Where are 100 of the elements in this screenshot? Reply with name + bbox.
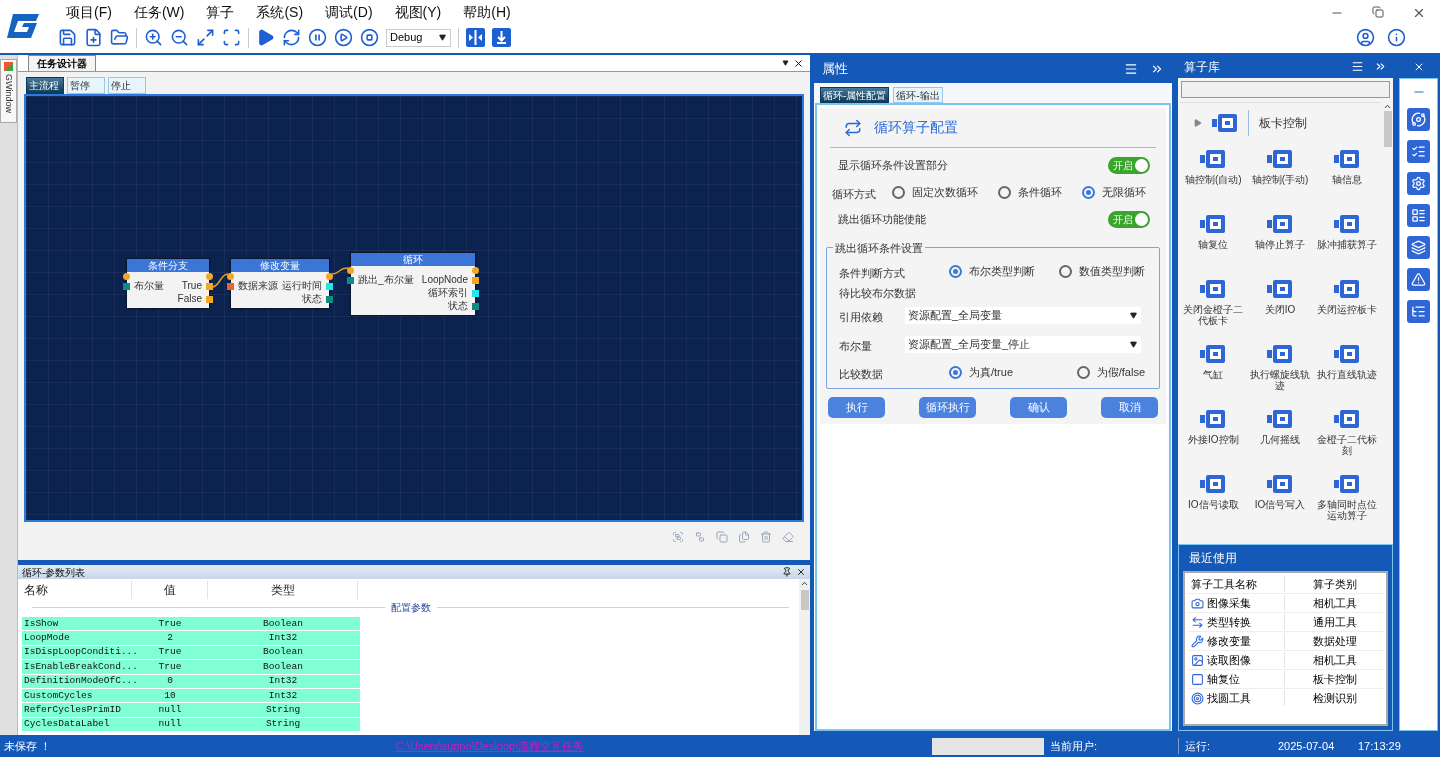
warning-icon[interactable] [1407,268,1430,291]
operator-item[interactable]: 脉冲捕获算子 [1313,207,1380,268]
scroll-up-icon[interactable] [1383,102,1392,111]
radio-option[interactable]: 数值类型判断 [1059,263,1145,280]
port-icon[interactable] [347,266,354,274]
operator-item[interactable]: IO信号写入 [1246,467,1314,528]
flow-tab[interactable]: 暂停 [67,77,105,94]
document-tab[interactable]: 任务设计器 [28,55,96,71]
column-header[interactable]: 类型 [208,581,358,599]
radio-option[interactable]: 无限循环 [1082,184,1146,201]
flow-canvas[interactable]: 条件分支 布尔量 True False 修改变量 数据来源 运行时间 状态 循环 跳出_布尔量 LoopNode 循环索引 状态 [24,94,804,522]
zoom-in-icon[interactable] [144,28,163,47]
restore-icon[interactable] [1372,5,1384,18]
radio-option[interactable]: 为真/true [949,364,1013,381]
radio-icon[interactable] [1082,186,1095,199]
operator-item[interactable]: 轴停止算子 [1246,207,1314,268]
close-icon[interactable] [796,567,806,577]
pause-icon[interactable] [308,28,327,47]
operator-item[interactable]: 执行直线轨迹 [1313,337,1380,398]
step-icon[interactable] [334,28,353,47]
menu-item[interactable]: 任务(W) [133,2,185,23]
orbit-icon[interactable] [1407,108,1430,131]
radio-option[interactable]: 条件循环 [998,184,1062,201]
column-header[interactable]: 值 [132,581,208,599]
radio-icon[interactable] [949,265,962,278]
operator-item[interactable]: 轴控制(自动) [1180,142,1247,203]
flow-node[interactable]: 修改变量 数据来源 运行时间 状态 [230,258,330,309]
collapse-icon[interactable] [1150,62,1164,76]
port-icon[interactable] [472,276,479,284]
port-icon[interactable] [123,272,130,280]
port-icon[interactable] [227,272,234,280]
port-icon[interactable] [206,295,213,303]
user-icon[interactable] [1356,28,1375,47]
menu-item[interactable]: 算子 [206,2,235,23]
user-field[interactable] [932,737,1044,755]
menu-item[interactable]: 帮助(H) [463,2,511,23]
port-icon[interactable] [326,295,333,303]
operator-item[interactable]: 关闭运控板卡 [1313,272,1380,333]
pin-icon[interactable] [782,567,792,577]
refresh-icon[interactable] [282,28,301,47]
port-icon[interactable] [123,282,130,290]
operator-item[interactable]: 关闭IO [1246,272,1314,333]
column-header[interactable]: 算子类别 [1285,575,1384,593]
radio-option[interactable]: 固定次数循环 [892,184,978,201]
expand-icon[interactable] [1193,118,1203,127]
download-icon[interactable] [492,28,511,47]
port-icon[interactable] [227,282,234,290]
dropdown-field[interactable]: 资源配置_全局变量_停止 [905,336,1141,353]
side-tab[interactable]: GWindow [0,59,17,123]
stop-icon[interactable] [360,28,379,47]
list-icon[interactable] [1407,300,1430,323]
zoom-out-icon[interactable] [170,28,189,47]
mode-select[interactable]: Debug [386,28,451,47]
layout-icon[interactable] [1407,204,1430,227]
operator-item[interactable]: 几何摇线 [1246,402,1314,463]
operator-item[interactable]: 气缸 [1180,337,1247,398]
action-button[interactable]: 确认 [1010,397,1067,418]
menu-item[interactable]: 项目(F) [66,2,112,23]
menu-item[interactable]: 系统(S) [256,2,304,23]
file-plus-icon[interactable] [84,28,103,47]
port-icon[interactable] [347,276,354,284]
menu-item[interactable]: 调试(D) [325,2,373,23]
scroll-thumb[interactable] [800,590,809,610]
layers-icon[interactable] [1407,236,1430,259]
close-icon[interactable] [793,57,804,69]
collapse-icon[interactable] [1374,60,1387,73]
expand-icon[interactable] [196,28,215,47]
port-icon[interactable] [472,302,479,310]
play-icon[interactable] [256,28,275,47]
operator-item[interactable]: IO信号读取 [1180,467,1247,528]
property-tab[interactable]: 循环-属性配置 [820,87,890,103]
radio-icon[interactable] [998,186,1011,199]
operator-item[interactable]: 金橙子二代标刻 [1313,402,1380,463]
menu-icon[interactable] [1124,62,1138,76]
split-icon[interactable] [466,28,485,47]
port-icon[interactable] [326,282,333,290]
menu-icon[interactable] [1351,60,1364,73]
radio-icon[interactable] [1076,366,1090,379]
operator-item[interactable]: 轴信息 [1313,142,1380,203]
port-icon[interactable] [326,272,333,280]
flow-node[interactable]: 条件分支 布尔量 True False [126,258,210,309]
column-header[interactable]: 算子工具名称 [1187,575,1285,593]
port-icon[interactable] [206,272,213,280]
scroll-thumb[interactable] [1383,111,1392,147]
operator-item[interactable]: 执行螺旋线轨迹 [1246,337,1314,398]
menu-item[interactable]: 视图(Y) [394,2,442,23]
operator-item[interactable]: 多轴同时点位运动算子 [1313,467,1380,528]
dropdown-field[interactable]: 资源配置_全局变量 [905,307,1141,324]
operator-item[interactable]: 轴控制(手动) [1246,142,1314,203]
radio-option[interactable]: 布尔类型判断 [949,263,1035,280]
info-icon[interactable] [1387,28,1406,47]
radio-icon[interactable] [1059,265,1072,278]
radio-icon[interactable] [949,366,962,379]
checklist-icon[interactable] [1407,140,1430,163]
radio-icon[interactable] [892,186,905,199]
flow-tab[interactable]: 停止 [108,77,146,94]
category-title[interactable]: 板卡控制 [1259,113,1307,132]
action-button[interactable]: 取消 [1101,397,1158,418]
operator-item[interactable]: 外接IO控制 [1180,402,1247,463]
action-button[interactable]: 循环执行 [919,397,976,418]
